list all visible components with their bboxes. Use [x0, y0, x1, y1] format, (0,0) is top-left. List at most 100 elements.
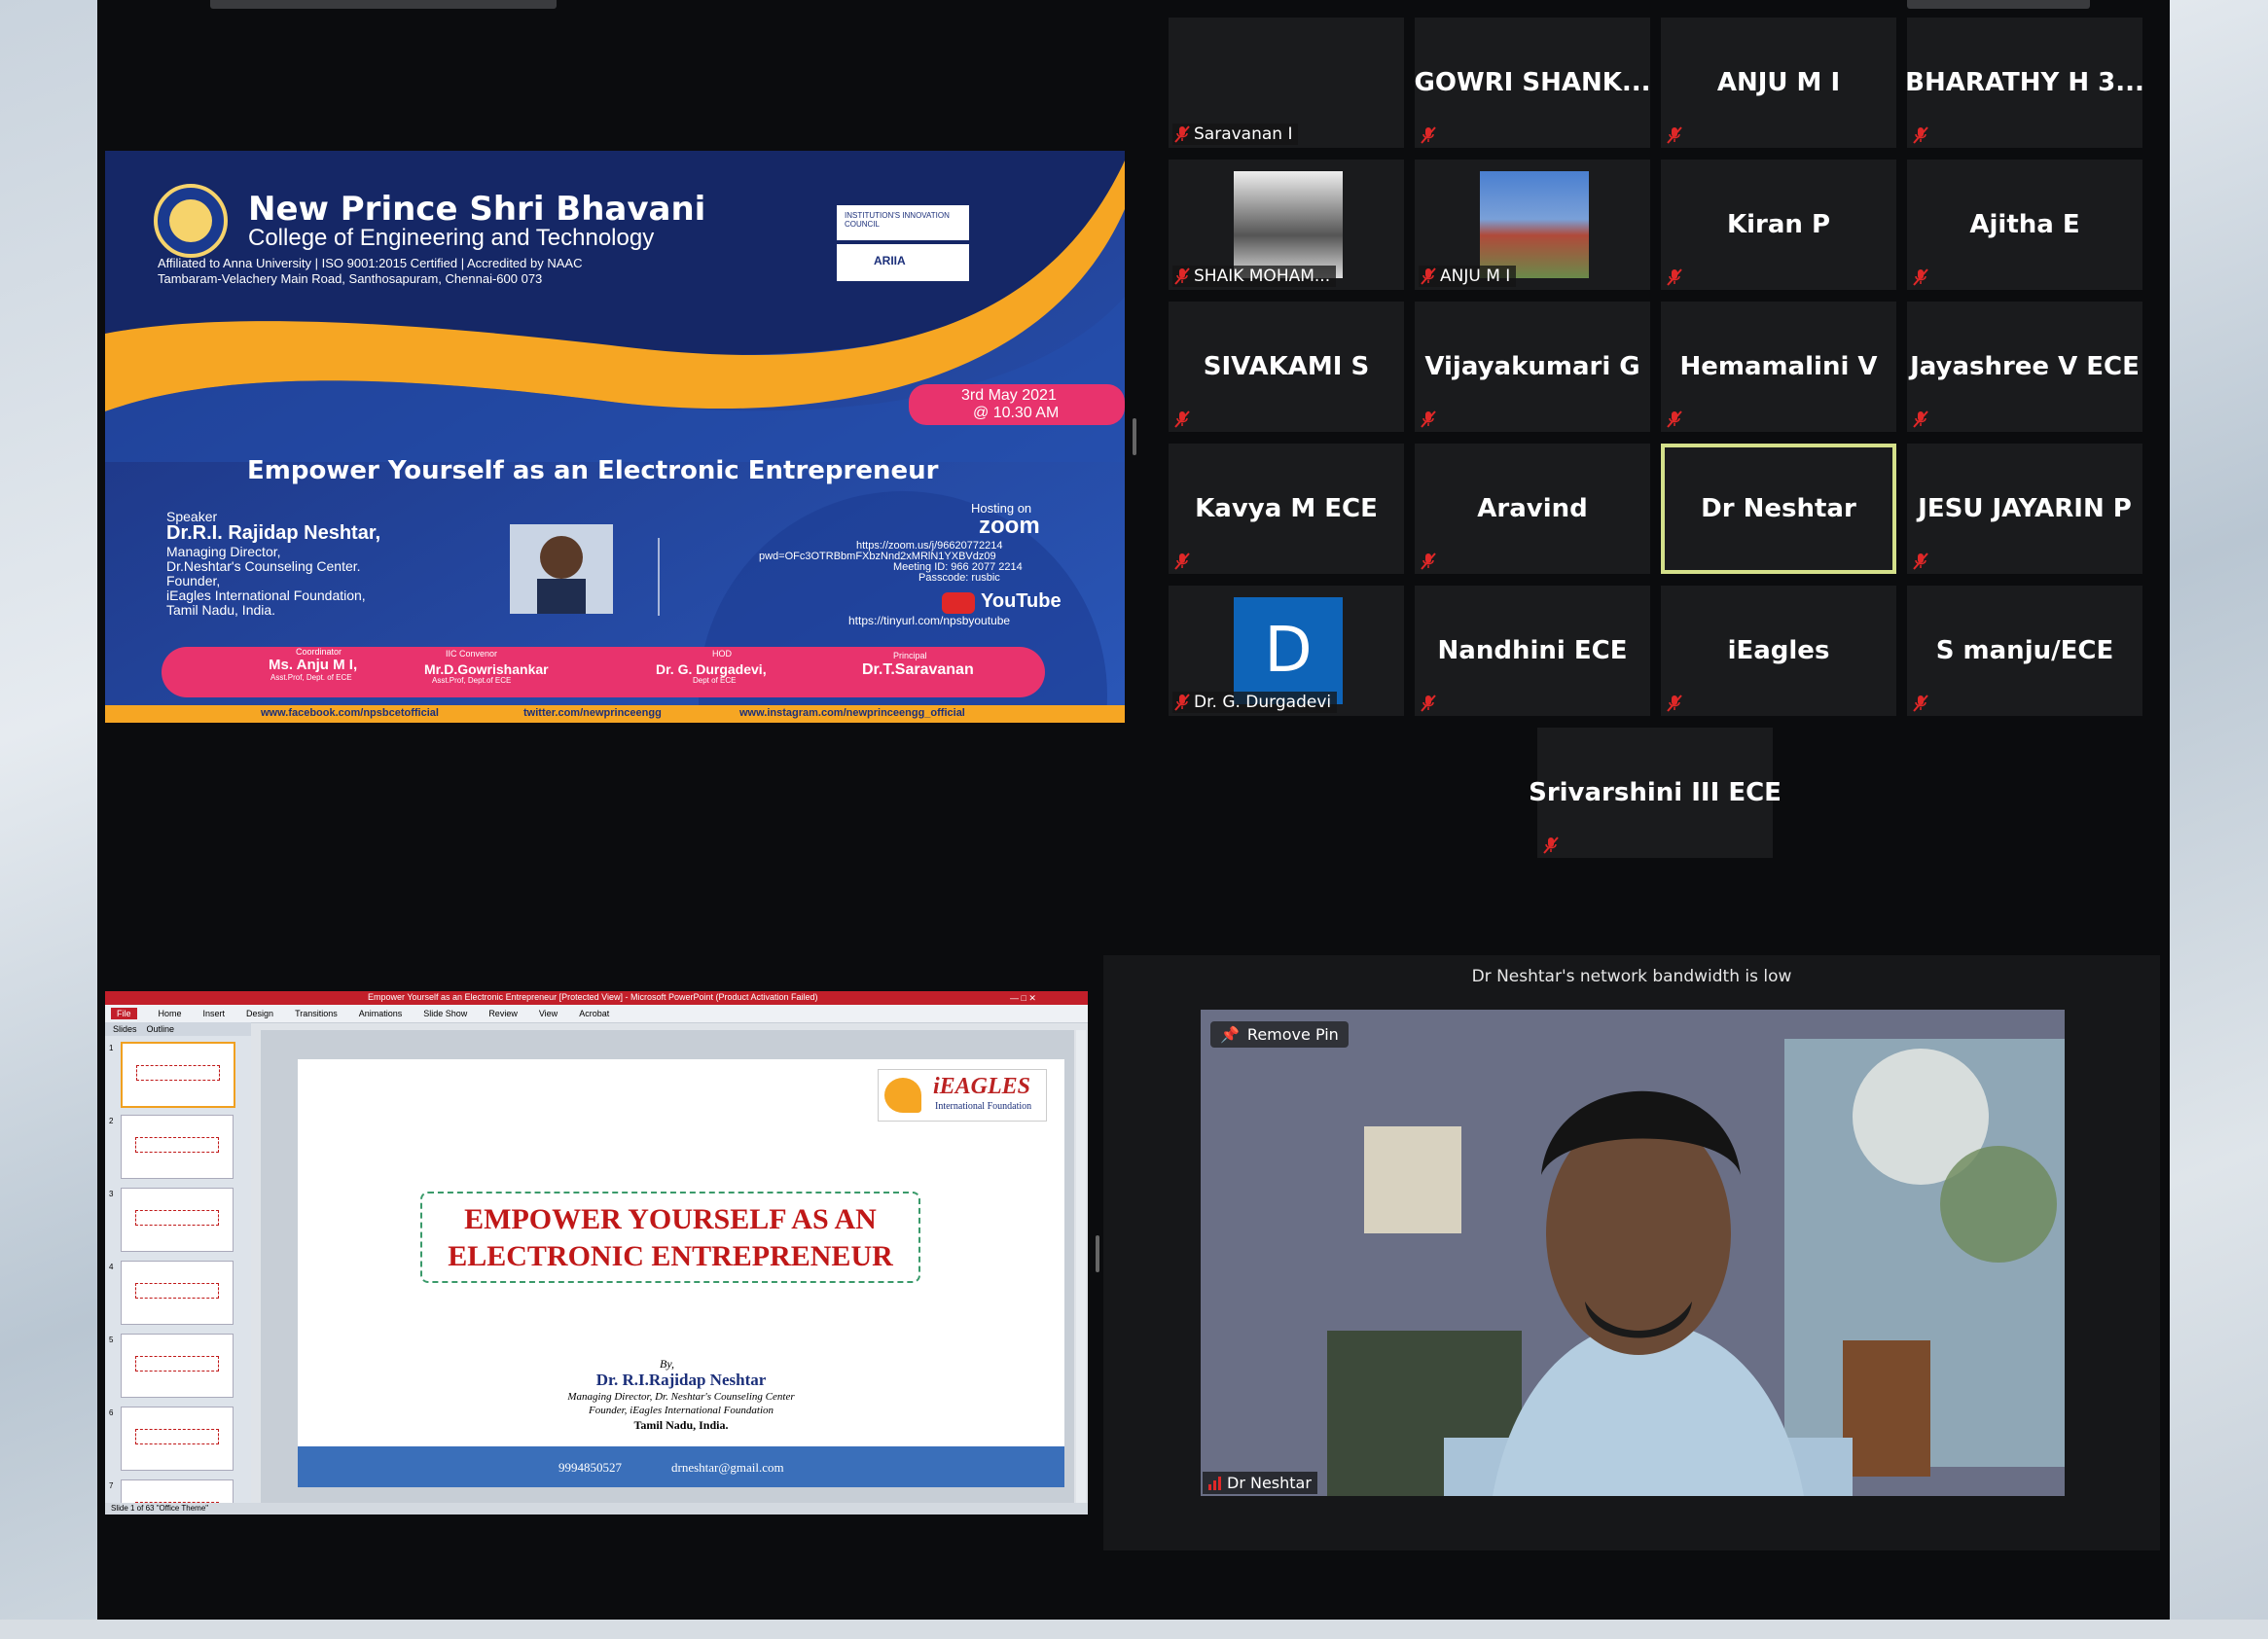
ribbon-tab-transitions[interactable]: Transitions: [295, 1009, 338, 1018]
participant-tile[interactable]: Dr Neshtar: [1661, 444, 1896, 574]
participant-name: S manju/ECE: [1935, 636, 2114, 665]
slide-title-box: EMPOWER YOURSELF AS AN ELECTRONIC ENTREP…: [420, 1192, 920, 1283]
ppt-window-controls[interactable]: — □ ✕: [1010, 993, 1078, 1003]
ribbon-tab-animations[interactable]: Animations: [359, 1009, 403, 1018]
participant-name: Kiran P: [1726, 210, 1831, 239]
participant-tile[interactable]: SIVAKAMI S: [1169, 302, 1404, 432]
participant-tile[interactable]: Kiran P: [1661, 160, 1896, 290]
event-title: Empower Yourself as an Electronic Entrep…: [247, 456, 939, 485]
participant-tile[interactable]: ANJU M I: [1661, 18, 1896, 148]
mic-muted-icon: [1543, 837, 1559, 854]
speaker-role-1: Managing Director,: [166, 544, 281, 559]
speaker-name: Dr.R.I. Rajidap Neshtar,: [166, 522, 381, 544]
ribbon-tab-view[interactable]: View: [539, 1009, 558, 1018]
participant-tile[interactable]: S manju/ECE: [1907, 586, 2142, 716]
passcode: Passcode: rusbic: [918, 572, 1000, 584]
participant-tile[interactable]: BHARATHY H 3...: [1905, 18, 2144, 148]
participant-tile[interactable]: iEagles: [1661, 586, 1896, 716]
ribbon-tab-slideshow[interactable]: Slide Show: [423, 1009, 467, 1018]
ppt-vertical-scrollbar[interactable]: [1076, 1030, 1086, 1503]
slide-thumbnail[interactable]: 6: [107, 1407, 249, 1473]
mic-muted-icon: [1913, 410, 1928, 428]
slide-thumbnail[interactable]: 4: [107, 1261, 249, 1327]
participant-tile[interactable]: JESU JAYARIN P: [1907, 444, 2142, 574]
slide-thumbnail-image: [121, 1188, 234, 1252]
pin-icon: 📌: [1220, 1025, 1240, 1044]
mic-muted-icon: [1174, 694, 1190, 711]
mic-muted-icon: [1667, 695, 1682, 712]
participant-name: BHARATHY H 3...: [1905, 68, 2144, 97]
participant-label: [1419, 694, 1442, 713]
poster-person-3-role: HOD: [712, 649, 732, 659]
participant-label-text: ANJU M I: [1440, 267, 1511, 286]
share-resize-handle-top[interactable]: [1133, 418, 1136, 455]
participant-tile[interactable]: D Dr. G. Durgadevi: [1169, 586, 1404, 716]
participant-name: Hemamalini V: [1679, 352, 1878, 381]
ribbon-tab-insert[interactable]: Insert: [203, 1009, 226, 1018]
poster-person-1-role: Coordinator: [296, 647, 342, 657]
ribbon-tab-file[interactable]: File: [111, 1008, 137, 1019]
ribbon-tab-acrobat[interactable]: Acrobat: [579, 1009, 609, 1018]
participant-label: [1911, 694, 1934, 713]
participant-tile[interactable]: Ajitha E: [1907, 160, 2142, 290]
signal-bars-icon: [1208, 1476, 1221, 1490]
participant-label: [1665, 410, 1688, 429]
slide-thumbnail[interactable]: 5: [107, 1334, 249, 1400]
slide-thumbnail-image: [121, 1334, 234, 1398]
participant-name: Ajitha E: [1969, 210, 2080, 239]
participant-tile[interactable]: Hemamalini V: [1661, 302, 1896, 432]
slide-thumbnail[interactable]: 2: [107, 1115, 249, 1181]
logo-subtext: International Foundation: [935, 1101, 1032, 1112]
participant-label: [1419, 125, 1442, 145]
share-resize-handle-bottom[interactable]: [1096, 1235, 1099, 1272]
participant-tile[interactable]: Saravanan I: [1169, 18, 1404, 148]
iic-badge: INSTITUTION'S INNOVATION COUNCIL: [845, 211, 950, 229]
youtube-label: YouTube: [981, 590, 1062, 612]
participant-tile[interactable]: Jayashree V ECE: [1907, 302, 2142, 432]
ariia-badge: ARIIA: [874, 254, 906, 267]
slide-number: 6: [109, 1408, 114, 1417]
participant-label: SHAIK MOHAM...: [1172, 266, 1337, 287]
logo-text: iEAGLES: [933, 1074, 1031, 1099]
participant-tile[interactable]: Kavya M ECE: [1169, 444, 1404, 574]
mic-muted-icon: [1421, 267, 1436, 285]
participant-tile[interactable]: GOWRI SHANK...: [1414, 18, 1651, 148]
participant-label: [1911, 552, 1934, 571]
participant-tile[interactable]: SHAIK MOHAM...: [1169, 160, 1404, 290]
panel-tab-slides[interactable]: Slides: [113, 1024, 137, 1034]
poster-person-3-sub: Dept of ECE: [693, 676, 737, 685]
ppt-status-text: Slide 1 of 63 "Office Theme": [111, 1504, 209, 1513]
mic-muted-icon: [1174, 410, 1190, 428]
participant-tile[interactable]: Srivarshini III ECE: [1529, 728, 1782, 858]
participant-name: GOWRI SHANK...: [1414, 68, 1651, 97]
participant-label: [1665, 125, 1688, 145]
participant-tile[interactable]: Aravind: [1415, 444, 1650, 574]
slide-number: 4: [109, 1263, 114, 1271]
participant-tile[interactable]: Vijayakumari G: [1415, 302, 1650, 432]
slide-thumbnail[interactable]: 1: [107, 1042, 249, 1108]
participant-label: Dr. G. Durgadevi: [1172, 692, 1338, 713]
ribbon-tab-home[interactable]: Home: [159, 1009, 182, 1018]
top-right-toolbar-remnant: [1907, 0, 2090, 9]
mic-muted-icon: [1667, 126, 1682, 144]
participant-tile[interactable]: ANJU M I: [1415, 160, 1650, 290]
slide-author: Dr. R.I.Rajidap Neshtar: [595, 1371, 767, 1389]
ribbon-tab-design[interactable]: Design: [246, 1009, 273, 1018]
participant-tile[interactable]: Nandhini ECE: [1415, 586, 1650, 716]
slide-by: By,: [660, 1357, 674, 1371]
participant-label: [1172, 552, 1196, 571]
slide-thumbnail-image: [121, 1407, 234, 1471]
ribbon-tab-review[interactable]: Review: [488, 1009, 518, 1018]
youtube-icon: [942, 592, 975, 614]
panel-tab-outline[interactable]: Outline: [147, 1024, 175, 1034]
participant-photo: [1234, 171, 1343, 278]
participant-name: Vijayakumari G: [1424, 352, 1640, 381]
speaker-role-4: iEagles International Foundation,: [166, 588, 366, 603]
slide-thumbnail-image: [121, 1042, 235, 1108]
remove-pin-button[interactable]: 📌 Remove Pin: [1210, 1021, 1349, 1048]
slide-thumbnail[interactable]: 3: [107, 1188, 249, 1254]
participant-label-text: Dr. G. Durgadevi: [1194, 693, 1332, 712]
pinned-video-panel: Dr Neshtar's network bandwidth is low 📌 …: [1103, 955, 2160, 1550]
poster-person-2-name: Mr.D.Gowrishankar: [424, 661, 549, 677]
slide-number: 1: [109, 1044, 114, 1052]
